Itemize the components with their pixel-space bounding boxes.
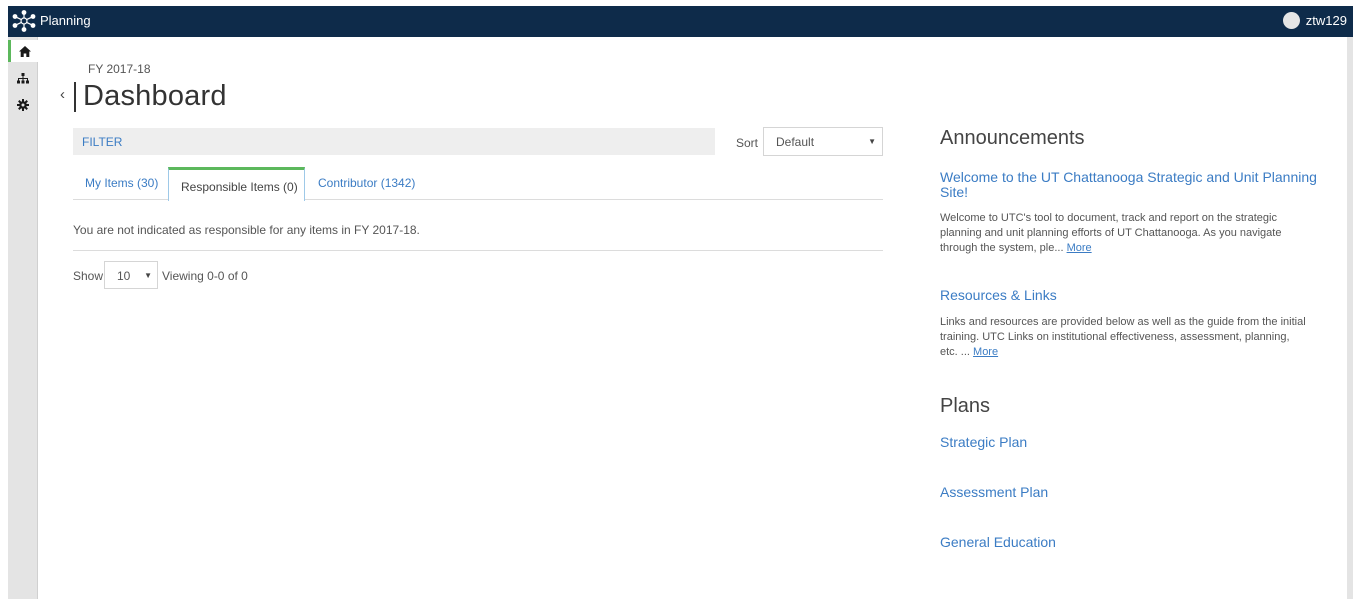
assessment-plan-link[interactable]: Assessment Plan xyxy=(940,484,1048,500)
announcements-heading: Announcements xyxy=(940,127,1085,149)
announcement-title-link[interactable]: Resources & Links xyxy=(940,288,1320,303)
plans-heading: Plans xyxy=(940,395,991,417)
app-title[interactable]: Planning xyxy=(40,13,91,28)
announcement-title-link[interactable]: Welcome to the UT Chattanooga Strategic … xyxy=(940,170,1320,200)
more-link[interactable]: More xyxy=(973,346,998,358)
more-link[interactable]: More xyxy=(1067,242,1092,254)
chevron-down-icon: ▼ xyxy=(868,137,876,146)
sidebar-item-hierarchy[interactable] xyxy=(8,67,38,89)
page-title: Dashboard xyxy=(83,80,227,112)
filter-bar[interactable]: FILTER xyxy=(73,128,715,155)
left-margin xyxy=(0,37,8,599)
tab-contributor[interactable]: Contributor (1342) xyxy=(318,176,415,190)
gear-icon xyxy=(17,99,29,111)
fiscal-year-label: FY 2017-18 xyxy=(88,62,151,76)
chevron-down-icon: ▼ xyxy=(144,271,152,280)
sidebar xyxy=(8,37,38,599)
page-size-select[interactable]: 10 ▼ xyxy=(104,261,158,289)
tab-my-items[interactable]: My Items (30) xyxy=(85,176,158,190)
home-icon xyxy=(18,45,31,57)
org-chart-icon xyxy=(17,72,29,83)
announcement-body: Links and resources are provided below a… xyxy=(940,315,1310,360)
planning-logo-icon[interactable] xyxy=(12,10,36,32)
tab-responsible-items[interactable]: Responsible Items (0) xyxy=(168,167,305,201)
empty-state-message: You are not indicated as responsible for… xyxy=(73,223,420,237)
top-navigation-bar: Planning ztw129 xyxy=(8,6,1353,37)
content-divider xyxy=(73,250,883,251)
sort-label: Sort xyxy=(736,136,759,150)
strategic-plan-link[interactable]: Strategic Plan xyxy=(940,434,1027,450)
sidebar-item-settings[interactable] xyxy=(8,94,38,116)
right-scroll-edge xyxy=(1347,37,1353,599)
title-divider xyxy=(74,82,76,112)
announcement-body-text: Welcome to UTC's tool to document, track… xyxy=(940,212,1282,254)
sort-select[interactable]: Default ▼ xyxy=(763,127,883,156)
collapse-arrow-icon[interactable]: ‹ xyxy=(60,86,65,103)
general-education-link[interactable]: General Education xyxy=(940,534,1056,550)
avatar[interactable] xyxy=(1282,12,1300,29)
sidebar-item-home[interactable] xyxy=(8,40,38,62)
page-size-value: 10 xyxy=(117,269,131,283)
announcement-body: Welcome to UTC's tool to document, track… xyxy=(940,211,1310,256)
show-label: Show xyxy=(73,269,104,283)
sort-selected-value: Default xyxy=(776,135,815,149)
username[interactable]: ztw129 xyxy=(1306,13,1347,28)
filter-label[interactable]: FILTER xyxy=(82,135,122,149)
user-menu[interactable]: ztw129 xyxy=(1282,12,1347,29)
viewing-count: Viewing 0-0 of 0 xyxy=(162,269,248,283)
tab-responsible-items-label: Responsible Items (0) xyxy=(181,180,298,194)
